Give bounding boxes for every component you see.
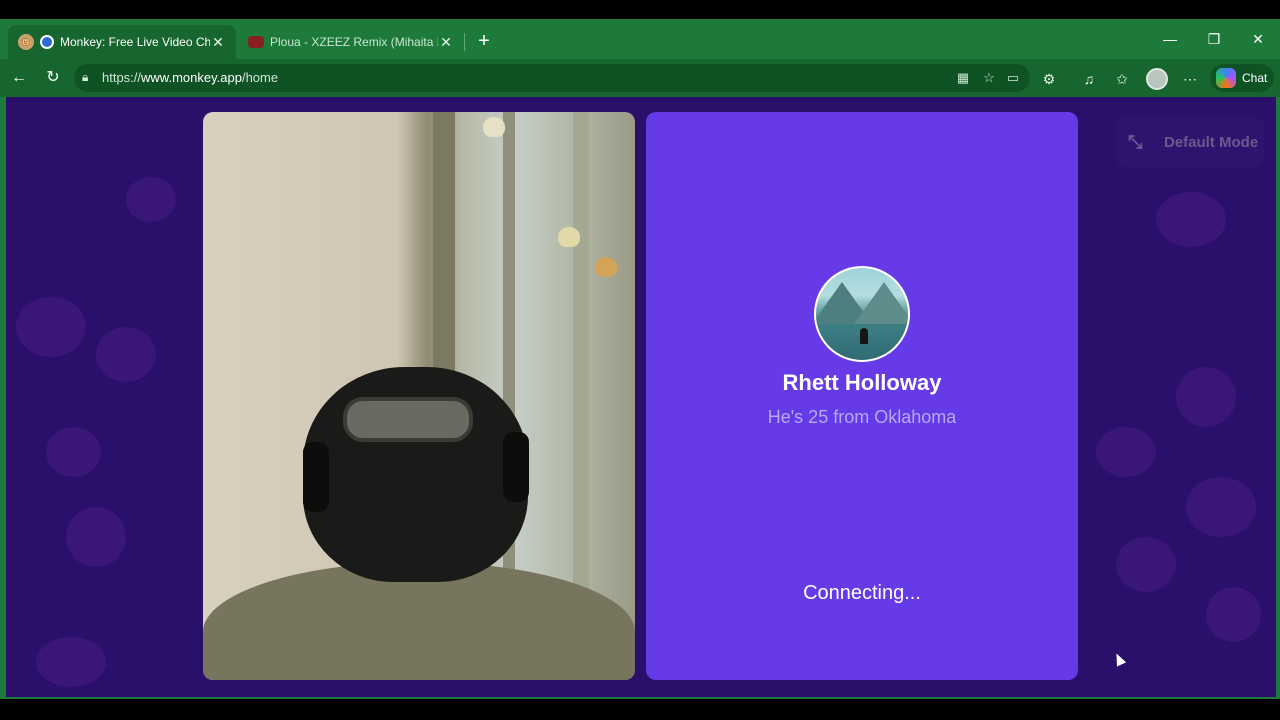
profile-name: Rhett Holloway <box>782 370 942 395</box>
camera-icon[interactable]: ▭ <box>1004 69 1022 87</box>
curtain-flower <box>595 257 617 277</box>
mode-label: Default Mode <box>1164 133 1259 151</box>
background-blob <box>36 637 106 687</box>
background-blob <box>96 327 156 382</box>
youtube-icon <box>248 36 264 48</box>
headphone-right <box>503 432 529 502</box>
more-icon[interactable]: ⋯ <box>1179 68 1201 90</box>
profile-picture <box>814 266 910 362</box>
default-mode-button[interactable]: ⤡ Default Mode <box>1116 117 1264 167</box>
copilot-icon <box>1216 68 1236 88</box>
address-toolbar: ← ↻ 🔒︎ https://www.monkey.app/home ▦ ☆ ▭… <box>0 59 1280 97</box>
background-blob <box>1206 587 1261 642</box>
back-button[interactable]: ← <box>6 66 32 90</box>
new-tab-button[interactable]: + <box>472 29 496 53</box>
background-blob <box>1176 367 1236 427</box>
url-host: www.monkey.app <box>141 70 242 85</box>
remote-video-card: Rhett Holloway He's 25 from Oklahoma Con… <box>646 112 1078 680</box>
page-content: Rhett Holloway He's 25 from Oklahoma Con… <box>6 97 1276 697</box>
collapse-icon: ⤡ <box>1128 132 1143 152</box>
screen: 🐵 Monkey: Free Live Video Chat ✕ Ploua -… <box>0 0 1280 720</box>
reload-button[interactable]: ↻ <box>40 66 66 90</box>
restore-button[interactable]: ❐ <box>1192 27 1236 51</box>
background-blob <box>1186 477 1256 537</box>
browser-window: 🐵 Monkey: Free Live Video Chat ✕ Ploua -… <box>0 19 1280 699</box>
person-goggles <box>343 397 473 442</box>
profile-avatar[interactable] <box>1146 68 1168 90</box>
tab-separator <box>464 33 465 51</box>
background-blob <box>126 177 176 222</box>
tab-youtube[interactable]: Ploua - XZEEZ Remix (Mihaita Piticu ✕ <box>238 25 464 59</box>
close-icon[interactable]: ✕ <box>210 34 226 51</box>
profile-subtitle: He's 25 from Oklahoma <box>767 407 957 427</box>
copilot-chat-button[interactable]: Chat <box>1210 64 1274 92</box>
url-prefix: https:// <box>102 70 142 85</box>
mountain-shape <box>854 282 908 324</box>
close-icon[interactable]: ✕ <box>438 34 454 51</box>
tab-monkey[interactable]: 🐵 Monkey: Free Live Video Chat ✕ <box>8 25 236 59</box>
tab-title: Monkey: Free Live Video Chat <box>60 35 210 49</box>
chat-label: Chat <box>1242 71 1268 85</box>
url-text[interactable]: https://www.monkey.app/home <box>102 70 278 85</box>
connection-status: Connecting... <box>803 582 921 604</box>
active-indicator-icon <box>40 35 54 49</box>
background-blob <box>46 427 101 477</box>
curtain-flower <box>483 117 505 137</box>
url-path: /home <box>241 70 279 85</box>
background-blob <box>66 507 126 567</box>
address-bar[interactable]: 🔒︎ https://www.monkey.app/home ▦ ☆ ▭ <box>74 64 1030 92</box>
tab-strip: 🐵 Monkey: Free Live Video Chat ✕ Ploua -… <box>0 19 1280 59</box>
background-blob <box>16 297 86 357</box>
background-blob <box>1096 427 1156 477</box>
monkey-icon: 🐵 <box>18 34 34 50</box>
minimize-button[interactable]: — <box>1148 27 1192 51</box>
media-icon[interactable]: ♫ <box>1078 68 1100 90</box>
background-blob <box>1116 537 1176 592</box>
favorite-star-icon[interactable]: ☆ <box>980 69 998 87</box>
person-figure <box>860 328 868 344</box>
curtain-flower <box>558 227 580 247</box>
close-window-button[interactable]: ✕ <box>1236 27 1280 51</box>
apps-icon[interactable]: ▦ <box>954 69 972 87</box>
background-blob <box>1156 192 1226 247</box>
lock-icon: 🔒︎ <box>82 70 89 84</box>
headphone-left <box>303 442 329 512</box>
tab-title: Ploua - XZEEZ Remix (Mihaita Piticu <box>270 35 438 49</box>
local-video-feed <box>203 112 635 680</box>
favorites-icon[interactable]: ✩ <box>1111 68 1133 90</box>
extensions-icon[interactable]: ⚙ <box>1038 68 1060 90</box>
mouse-cursor <box>1111 651 1127 667</box>
